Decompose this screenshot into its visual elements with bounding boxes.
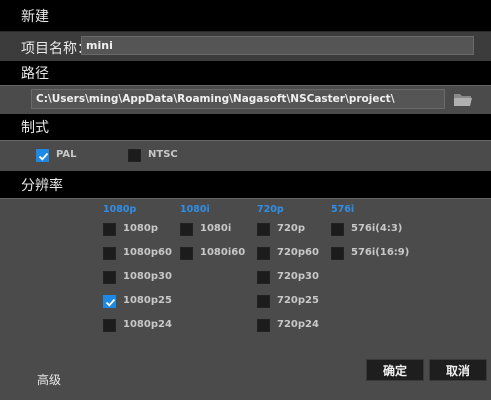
- resolution-header: 分辨率: [0, 171, 491, 198]
- format-ntsc-checkbox[interactable]: [128, 149, 141, 162]
- browse-folder-button[interactable]: [452, 90, 474, 108]
- project-name-input[interactable]: [81, 36, 474, 55]
- dialog-title: 新建: [21, 8, 49, 25]
- res-720p-checkbox[interactable]: [257, 223, 270, 236]
- res-720p30-checkbox[interactable]: [257, 271, 270, 284]
- format-header: 制式: [0, 114, 491, 140]
- cancel-button[interactable]: 取消: [429, 359, 487, 381]
- res-1080p24-checkbox[interactable]: [103, 319, 116, 332]
- format-ntsc-label: NTSC: [148, 149, 178, 160]
- column-header-1080i: 1080i: [180, 204, 210, 215]
- res-720p25-checkbox[interactable]: [257, 295, 270, 308]
- res-1080p24-label: 1080p24: [123, 319, 172, 330]
- res-1080i-label: 1080i: [200, 223, 232, 234]
- res-1080p30-label: 1080p30: [123, 271, 172, 282]
- column-header-720p: 720p: [257, 204, 284, 215]
- column-header-1080p: 1080p: [103, 204, 137, 215]
- res-720p60-label: 720p60: [277, 247, 319, 258]
- project-name-row: 项目名称：: [0, 31, 491, 61]
- res-1080i60-checkbox[interactable]: [180, 247, 193, 260]
- res-576i169-checkbox[interactable]: [331, 247, 344, 260]
- checkmark-icon: [105, 298, 116, 307]
- format-header-label: 制式: [21, 120, 49, 136]
- res-1080p60-label: 1080p60: [123, 247, 172, 258]
- res-576i43-checkbox[interactable]: [331, 223, 344, 236]
- res-1080p25-label: 1080p25: [123, 295, 172, 306]
- res-1080i-checkbox[interactable]: [180, 223, 193, 236]
- res-576i43-label: 576i(4:3): [351, 223, 403, 234]
- format-pal-checkbox[interactable]: [36, 149, 49, 162]
- res-720p24-label: 720p24: [277, 319, 319, 330]
- res-720p25-label: 720p25: [277, 295, 319, 306]
- res-1080p60-checkbox[interactable]: [103, 247, 116, 260]
- res-720p30-label: 720p30: [277, 271, 319, 282]
- dialog-title-bar: 新建: [0, 0, 491, 31]
- path-header: 路径: [0, 61, 491, 85]
- advanced-link[interactable]: 高级: [37, 371, 61, 388]
- res-1080p-checkbox[interactable]: [103, 223, 116, 236]
- res-576i169-label: 576i(16:9): [351, 247, 410, 258]
- res-1080p25-checkbox[interactable]: [103, 295, 116, 308]
- resolution-header-label: 分辨率: [21, 177, 63, 194]
- ok-button-label: 确定: [382, 363, 407, 378]
- res-720p60-checkbox[interactable]: [257, 247, 270, 260]
- path-input[interactable]: [31, 89, 445, 109]
- cancel-button-label: 取消: [445, 363, 470, 378]
- new-project-dialog: 新建 项目名称： 路径 制式 PAL NTSC 分辨率 1080p 1080p 108…: [0, 0, 491, 400]
- res-1080p-label: 1080p: [123, 223, 158, 234]
- folder-icon: [454, 94, 472, 106]
- res-720p24-checkbox[interactable]: [257, 319, 270, 332]
- ok-button[interactable]: 确定: [366, 359, 424, 381]
- res-1080i60-label: 1080i60: [200, 247, 246, 258]
- res-720p-label: 720p: [277, 223, 306, 234]
- res-1080p30-checkbox[interactable]: [103, 271, 116, 284]
- column-header-576i: 576i: [331, 204, 355, 215]
- path-header-label: 路径: [21, 66, 49, 82]
- format-pal-label: PAL: [56, 149, 77, 160]
- checkmark-icon: [38, 152, 49, 161]
